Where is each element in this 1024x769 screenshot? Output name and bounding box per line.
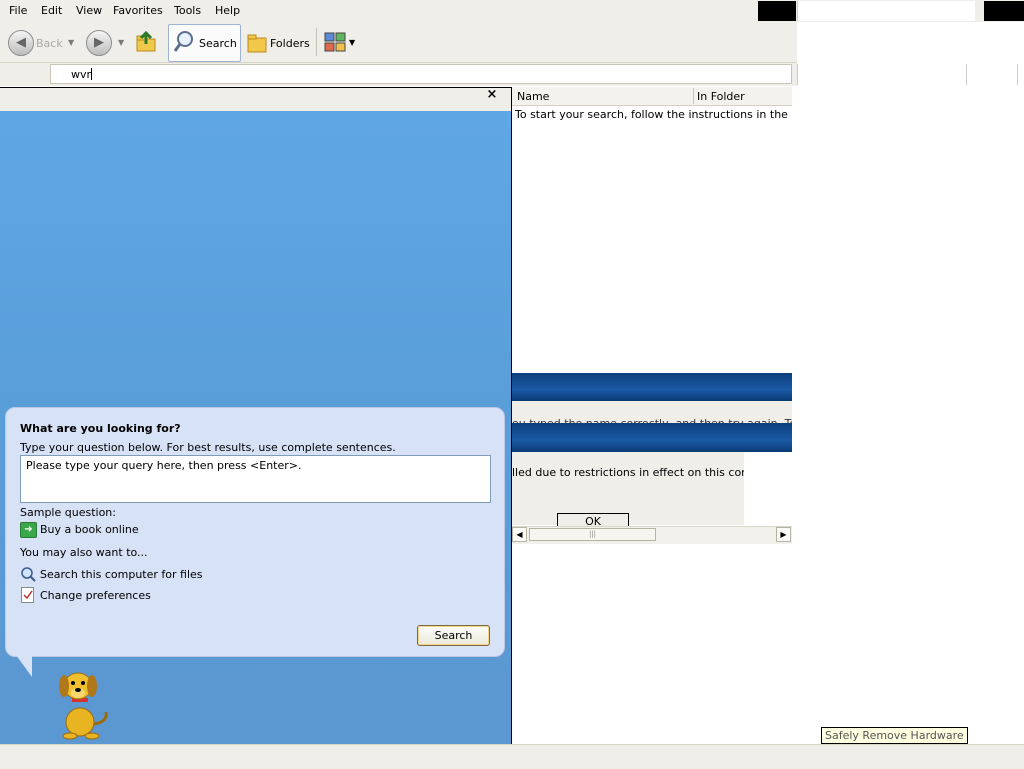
results-instructions: To start your search, follow the instruc… [515, 108, 792, 121]
blackout-block [984, 1, 1024, 21]
status-bar [0, 744, 1024, 769]
results-column-header [512, 87, 792, 106]
up-folder-icon[interactable] [134, 30, 158, 54]
column-in-folder-header[interactable]: In Folder [697, 90, 745, 103]
blank-panel [797, 22, 1024, 62]
search-files-link[interactable]: Search this computer for files [40, 568, 203, 581]
blackout-block [758, 1, 796, 21]
menu-file[interactable]: File [9, 4, 27, 17]
scroll-left-icon[interactable]: ◀ [512, 527, 527, 542]
blank-panel [797, 1, 975, 21]
back-dropdown-icon[interactable]: ▼ [68, 38, 74, 47]
column-separator[interactable] [693, 88, 694, 104]
address-input[interactable]: wvr [50, 64, 792, 84]
blank-panel [744, 456, 792, 526]
also-want-label: You may also want to... [20, 546, 148, 559]
toolbar: ◀ Back ▼ ▶ ▼ [0, 22, 797, 63]
column-name-header[interactable]: Name [517, 90, 549, 103]
menu-edit[interactable]: Edit [41, 4, 62, 17]
menu-tools[interactable]: Tools [174, 4, 201, 17]
blank-panel [792, 87, 1024, 744]
search-computer-icon [21, 567, 36, 582]
search-button-label[interactable]: Search [199, 37, 237, 50]
toolbar-separator [316, 28, 317, 56]
sample-question-label: Sample question: [20, 506, 116, 519]
magnifier-icon [173, 31, 193, 52]
sample-question-link[interactable]: Buy a book online [40, 523, 139, 536]
search-dog-icon[interactable] [48, 664, 112, 740]
forward-dropdown-icon[interactable]: ▼ [118, 38, 124, 47]
preferences-icon [21, 587, 34, 603]
menu-favorites[interactable]: Favorites [113, 4, 163, 17]
menu-help[interactable]: Help [215, 4, 240, 17]
scroll-right-icon[interactable]: ▶ [776, 527, 791, 542]
views-icon[interactable] [324, 32, 348, 54]
search-pane-header [0, 87, 511, 112]
dialog-title-bar [512, 423, 792, 452]
folders-icon[interactable] [246, 30, 268, 54]
close-icon[interactable]: × [484, 87, 500, 103]
forward-arrow-icon[interactable]: ▶ [86, 30, 112, 56]
green-arrow-icon: ➜ [20, 522, 37, 538]
blank-panel [966, 64, 1018, 85]
text-caret [91, 68, 93, 80]
tooltip: Safely Remove Hardware [821, 727, 968, 744]
back-arrow-icon[interactable]: ◀ [8, 30, 34, 56]
scrollbar-thumb[interactable]: ||| [529, 528, 656, 541]
back-button-label[interactable]: Back [36, 37, 63, 50]
query-textarea[interactable]: Please type your query here, then press … [20, 455, 491, 503]
menu-view[interactable]: View [76, 4, 102, 17]
dialog-ok-button[interactable]: OK [557, 513, 629, 526]
folders-button-label[interactable]: Folders [270, 37, 310, 50]
change-preferences-link[interactable]: Change preferences [40, 589, 151, 602]
views-dropdown-icon[interactable]: ▼ [349, 38, 355, 47]
bubble-title: What are you looking for? [20, 422, 181, 435]
blank-panel [797, 64, 966, 85]
search-submit-button[interactable]: Search [417, 625, 490, 646]
bubble-subtitle: Type your question below. For best resul… [20, 441, 396, 454]
address-value: wvr [71, 68, 92, 81]
dialog-title-bar [512, 373, 792, 401]
